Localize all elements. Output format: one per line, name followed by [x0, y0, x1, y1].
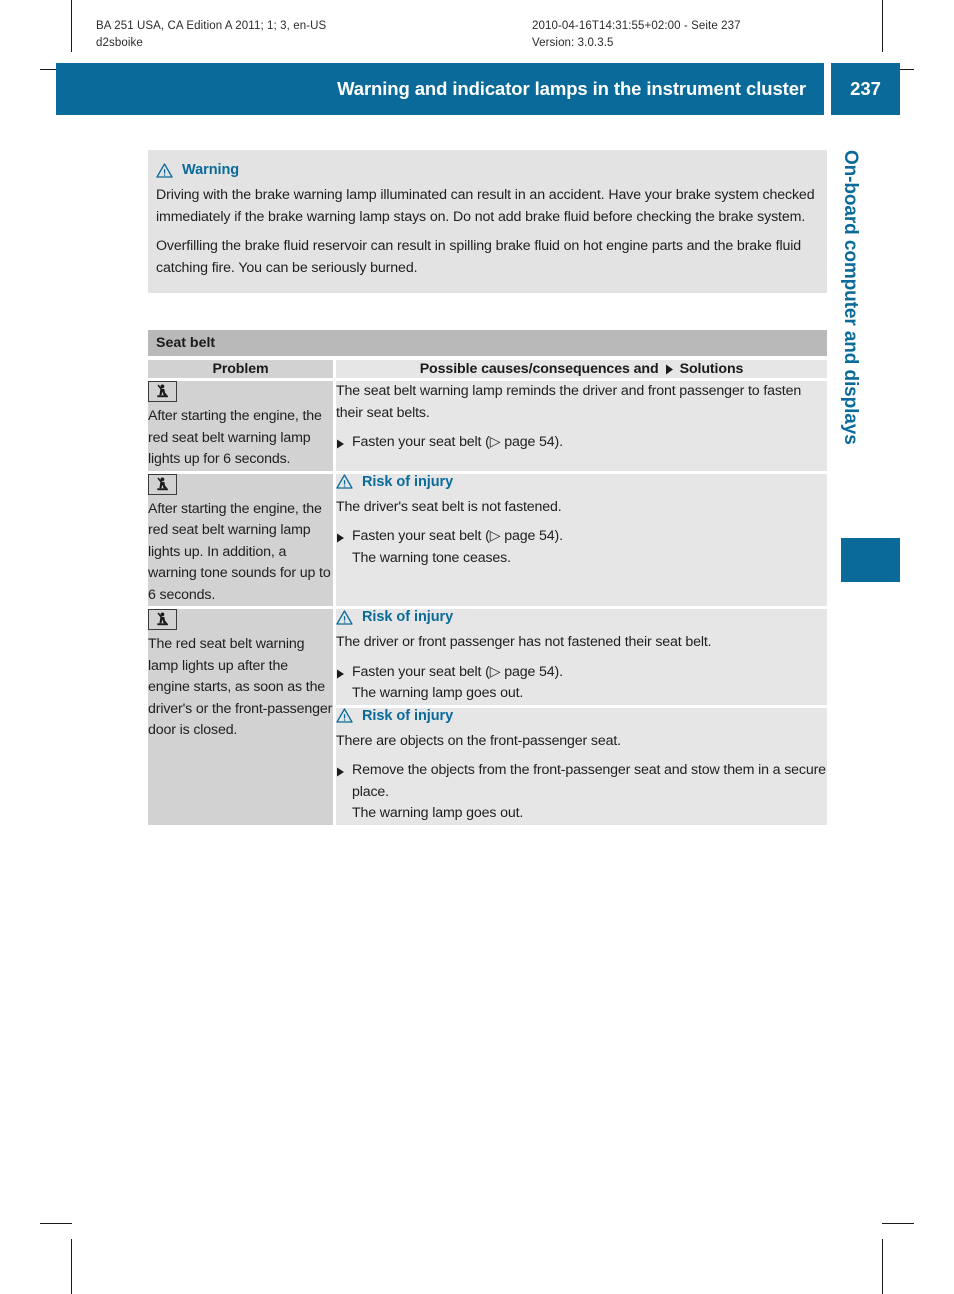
crop-mark-top-left-vertical [71, 0, 72, 52]
crop-mark-bottom-left-vertical [71, 1239, 72, 1294]
row-3-solution-cell-1: Risk of injury The driver or front passe… [336, 607, 827, 708]
page-number: 237 [850, 78, 881, 99]
page-header: Warning and indicator lamps in the instr… [56, 63, 900, 115]
print-meta-right-line1: 2010-04-16T14:31:55+02:00 - Seite 237 [532, 20, 741, 32]
page-content: Warning Driving with the brake warning l… [148, 150, 827, 828]
row-1-block-1-step-1-main: Fasten your seat belt (▷ page 54). [352, 434, 563, 450]
chapter-tab-marker [841, 538, 900, 582]
row-1-block-1-paragraph: The seat belt warning lamp reminds the d… [336, 383, 802, 421]
warning-triangle-icon [336, 474, 353, 489]
crop-mark-top-right-vertical [882, 0, 883, 52]
row-3-block-2-note-title: Risk of injury [362, 707, 454, 724]
solid-triangle-icon [337, 767, 344, 777]
warning-callout: Warning Driving with the brake warning l… [148, 150, 827, 293]
seat-belt-warning-lamp-icon [148, 473, 177, 495]
section-header-label: Seat belt [156, 335, 216, 351]
chapter-tab-label: On-board computer and displays [840, 150, 861, 445]
warning-callout-title: Warning [182, 162, 240, 178]
row-1-problem-cell: After starting the engine, the red seat … [148, 379, 333, 474]
solid-triangle-icon [337, 669, 344, 678]
row-2-block-1-paragraph: The driver's seat belt is not fastened. [336, 498, 562, 515]
row-3-block-1-note-header: Risk of injury [336, 609, 827, 625]
row-2-block-1-step-1-main: Fasten your seat belt (▷ page 54). [352, 528, 563, 544]
print-meta-left: BA 251 USA, CA Edition A 2011; 1; 3, en-… [96, 18, 326, 52]
row-3-block-1-step-1-sub: The warning lamp goes out. [352, 685, 524, 701]
table-header-solutions-suffix: Solutions [679, 361, 744, 377]
print-meta-right: 2010-04-16T14:31:55+02:00 - Seite 237 Ve… [532, 18, 741, 52]
crop-mark-bottom-right-horizontal [882, 1223, 914, 1224]
table-header-problem-label: Problem [212, 361, 269, 377]
solid-triangle-icon [337, 533, 344, 543]
seat-belt-warning-lamp-icon [148, 609, 177, 630]
row-2-solution-cell: Risk of injury The driver's seat belt is… [336, 472, 827, 609]
page-title: Warning and indicator lamps in the instr… [337, 78, 806, 99]
row-3-problem-text: The red seat belt warning lamp lights up… [148, 636, 333, 738]
page-number-block: 237 [831, 63, 900, 115]
row-3-block-2-note-header: Risk of injury [336, 708, 827, 724]
crop-mark-bottom-left-horizontal [40, 1223, 72, 1224]
row-3-problem-cell: The red seat belt warning lamp lights up… [148, 607, 333, 828]
row-3-block-1-step-1: Fasten your seat belt (▷ page 54). The w… [336, 662, 827, 705]
row-3-block-2-step-1: Remove the objects from the front-passen… [336, 760, 827, 825]
row-3-block-2-paragraph: There are objects on the front-passenger… [336, 732, 621, 749]
table-header-problem: Problem [148, 360, 333, 381]
table-row: After starting the engine, the red seat … [148, 472, 827, 609]
row-3-block-2-step-1-sub: The warning lamp goes out. [352, 805, 524, 821]
warning-callout-header: Warning [156, 162, 817, 178]
row-2-problem-text: After starting the engine, the red seat … [148, 500, 331, 603]
warning-callout-paragraph-2: Overfilling the brake fluid reservoir ca… [156, 238, 802, 276]
solid-triangle-icon [337, 439, 344, 449]
warning-triangle-icon [336, 609, 353, 625]
table-header-solutions-prefix: Possible causes/consequences and [419, 361, 659, 377]
section-header-seat-belt: Seat belt [148, 330, 827, 356]
seat-belt-warning-lamp-icon [148, 381, 177, 402]
table-header-solutions: Possible causes/consequences and Solutio… [336, 360, 827, 381]
row-2-problem-cell: After starting the engine, the red seat … [148, 472, 333, 609]
warning-triangle-icon [156, 162, 173, 178]
row-1-block-1-step-1: Fasten your seat belt (▷ page 54). [336, 432, 827, 454]
print-meta-left-line2: d2sboike [96, 37, 143, 49]
row-1-problem-text: After starting the engine, the red seat … [148, 408, 322, 467]
row-3-block-2-step-1-main: Remove the objects from the front-passen… [352, 762, 826, 800]
print-meta-right-line2: Version: 3.0.3.5 [532, 37, 614, 49]
warning-triangle-icon [336, 708, 353, 723]
row-2-block-1-note-header: Risk of injury [336, 474, 827, 490]
row-3-solution-cell-2: Risk of injury There are objects on the … [336, 706, 827, 828]
table-row: After starting the engine, the red seat … [148, 379, 827, 474]
table-header-row: Problem Possible causes/consequences and… [148, 360, 827, 381]
crop-mark-bottom-right-vertical [882, 1239, 883, 1294]
print-meta-left-line1: BA 251 USA, CA Edition A 2011; 1; 3, en-… [96, 20, 327, 32]
solid-triangle-icon [665, 364, 673, 375]
row-2-block-1-step-1-sub: The warning tone ceases. [352, 549, 511, 566]
row-3-block-1-paragraph: The driver or front passenger has not fa… [336, 634, 712, 650]
warning-callout-paragraph-1: Driving with the brake warning lamp illu… [156, 187, 815, 225]
row-2-block-1-note-title: Risk of injury [362, 473, 454, 490]
row-3-block-1-note-title: Risk of injury [362, 609, 454, 625]
page-header-title-block: Warning and indicator lamps in the instr… [56, 63, 824, 115]
row-3-block-1-step-1-main: Fasten your seat belt (▷ page 54). [352, 663, 563, 680]
row-2-block-1-step-1: Fasten your seat belt (▷ page 54). The w… [336, 526, 827, 569]
table-row: The red seat belt warning lamp lights up… [148, 607, 827, 828]
seat-belt-table: Problem Possible causes/consequences and… [148, 360, 827, 828]
row-1-solution-cell: The seat belt warning lamp reminds the d… [336, 379, 827, 474]
